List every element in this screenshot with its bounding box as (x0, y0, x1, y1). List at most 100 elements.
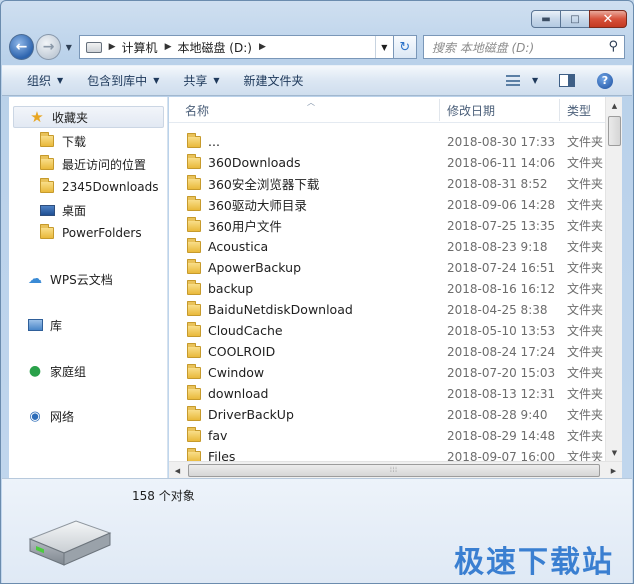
sidebar-item-wps-cloud[interactable]: ☁ WPS云文档 (27, 268, 113, 290)
table-row[interactable]: download 2018-08-13 12:31 文件夹 (169, 383, 605, 404)
preview-pane-icon[interactable] (559, 74, 575, 87)
horizontal-scrollbar[interactable]: ◀ ⦙⦙⦙ ▶ (169, 461, 622, 478)
include-in-library-menu[interactable]: 包含到库中 ▼ (87, 72, 159, 89)
file-type: 文件夹 (567, 198, 604, 212)
table-row[interactable]: BaiduNetdiskDownload 2018-04-25 8:38 文件夹 (169, 299, 605, 320)
organize-menu[interactable]: 组织 ▼ (27, 72, 63, 89)
vertical-scroll-thumb[interactable] (608, 116, 621, 146)
file-type: 文件夹 (567, 408, 604, 422)
file-name: 360驱动大师目录 (208, 198, 307, 213)
address-bar[interactable]: ▶ 计算机 ▶ 本地磁盘 (D:) ▶ ▼ (78, 35, 394, 59)
computer-icon (85, 41, 102, 53)
folder-icon (39, 224, 55, 240)
horizontal-scroll-thumb[interactable]: ⦙⦙⦙ (188, 464, 600, 477)
chevron-down-icon: ▼ (57, 76, 64, 85)
table-row[interactable]: Acoustica 2018-08-23 9:18 文件夹 (169, 236, 605, 257)
star-icon: ★ (30, 108, 44, 126)
include-in-library-label: 包含到库中 (87, 74, 148, 88)
table-row[interactable]: 360驱动大师目录 2018-09-06 14:28 文件夹 (169, 194, 605, 215)
table-row[interactable]: ... 2018-08-30 17:33 文件夹 (169, 131, 605, 152)
file-name: COOLROID (208, 344, 276, 359)
folder-icon (187, 321, 201, 337)
file-type: 文件夹 (567, 156, 604, 170)
file-date: 2018-07-24 16:51 (447, 260, 556, 275)
watermark: 极速下载站 (454, 545, 614, 580)
sidebar-item-network[interactable]: ◉ 网络 (27, 405, 74, 427)
refresh-button[interactable]: ↻ (393, 35, 417, 59)
cloud-icon: ☁ (28, 271, 42, 287)
maximize-button[interactable]: □ (560, 10, 590, 28)
sidebar-item-label: 最近访问的位置 (62, 157, 147, 172)
file-date: 2018-09-06 14:28 (447, 197, 556, 212)
file-date: 2018-08-30 17:33 (447, 134, 556, 149)
scroll-down-button[interactable]: ▼ (606, 444, 623, 461)
recent-places-icon (39, 155, 55, 171)
new-folder-button[interactable]: 新建文件夹 (244, 72, 304, 89)
sidebar-item-label: 桌面 (62, 203, 87, 218)
share-menu[interactable]: 共享 ▼ (183, 72, 219, 89)
sidebar-item-libraries[interactable]: 库 (27, 314, 62, 336)
minimize-button[interactable]: ▬ (531, 10, 561, 28)
file-date: 2018-07-20 15:03 (447, 365, 556, 380)
file-name: ApowerBackup (208, 260, 302, 275)
help-icon[interactable]: ? (597, 72, 613, 89)
chevron-down-icon[interactable]: ▼ (532, 76, 538, 85)
hard-drive-icon (28, 520, 112, 566)
table-row[interactable]: 360Downloads 2018-06-11 14:06 文件夹 (169, 152, 605, 173)
sidebar-item-label: 收藏夹 (52, 110, 89, 125)
table-row[interactable]: 360用户文件 2018-07-25 13:35 文件夹 (169, 215, 605, 236)
back-button[interactable]: ← (9, 34, 35, 60)
sidebar-item-homegroup[interactable]: ● 家庭组 (27, 360, 86, 382)
sidebar-item-2345downloads[interactable]: 2345Downloads (39, 176, 158, 198)
file-name: 360用户文件 (208, 219, 282, 234)
folder-icon (39, 178, 55, 194)
file-type: 文件夹 (567, 261, 604, 275)
table-row[interactable]: CloudCache 2018-05-10 13:53 文件夹 (169, 320, 605, 341)
search-input[interactable]: 搜索 本地磁盘 (D:) ⚲ (422, 35, 625, 59)
close-button[interactable]: ✕ (589, 10, 627, 28)
sidebar-item-powerfolders[interactable]: PowerFolders (39, 222, 142, 244)
scroll-right-button[interactable]: ▶ (605, 462, 622, 479)
column-header-modified[interactable]: 修改日期 (439, 97, 559, 123)
file-name: ... (208, 134, 220, 149)
scroll-left-button[interactable]: ◀ (169, 462, 186, 479)
folder-icon (187, 174, 201, 190)
recent-pages-dropdown[interactable]: ▼ (63, 43, 75, 52)
forward-button[interactable]: → (36, 34, 62, 60)
breadcrumb-computer[interactable]: 计算机 (122, 39, 158, 56)
file-date: 2018-08-24 17:24 (447, 344, 556, 359)
explorer-window: ▬ □ ✕ ← → ▼ ▶ 计算机 ▶ 本地磁盘 (D:) ▶ ▼ ↻ 搜索 本… (0, 0, 634, 584)
folder-icon (187, 405, 201, 421)
table-row[interactable]: 360安全浏览器下载 2018-08-31 8:52 文件夹 (169, 173, 605, 194)
table-row[interactable]: fav 2018-08-29 14:48 文件夹 (169, 425, 605, 446)
table-row[interactable]: backup 2018-08-16 16:12 文件夹 (169, 278, 605, 299)
breadcrumb-arrow[interactable]: ▶ (109, 42, 116, 52)
table-row[interactable]: DriverBackUp 2018-08-28 9:40 文件夹 (169, 404, 605, 425)
caption-buttons: ▬ □ ✕ (531, 10, 627, 28)
change-view-button[interactable]: ▼ (506, 75, 538, 86)
folder-icon (187, 384, 201, 400)
table-row[interactable]: ApowerBackup 2018-07-24 16:51 文件夹 (169, 257, 605, 278)
file-type: 文件夹 (567, 282, 604, 296)
search-icon[interactable]: ⚲ (608, 39, 618, 54)
breadcrumb-local-disk[interactable]: 本地磁盘 (D:) (177, 39, 251, 56)
breadcrumb-arrow[interactable]: ▶ (165, 42, 172, 52)
sidebar-item-desktop[interactable]: 桌面 (39, 199, 86, 221)
column-header-type[interactable]: 类型 (559, 97, 605, 123)
file-date: 2018-07-25 13:35 (447, 218, 556, 233)
column-header-name[interactable]: 名称 (177, 97, 439, 123)
file-name: download (208, 386, 269, 401)
file-type: 文件夹 (567, 303, 604, 317)
sidebar-item-downloads[interactable]: 下载 (39, 130, 86, 152)
sidebar-item-recent-places[interactable]: 最近访问的位置 (39, 153, 146, 175)
sidebar-item-favorites[interactable]: ★ 收藏夹 (13, 106, 164, 128)
table-row[interactable]: Cwindow 2018-07-20 15:03 文件夹 (169, 362, 605, 383)
table-row[interactable]: COOLROID 2018-08-24 17:24 文件夹 (169, 341, 605, 362)
vertical-scrollbar[interactable]: ▲ ▼ (605, 97, 622, 461)
address-dropdown[interactable]: ▼ (374, 36, 393, 58)
folder-icon (187, 426, 201, 442)
scroll-up-button[interactable]: ▲ (606, 97, 623, 114)
sidebar-item-label: PowerFolders (62, 226, 142, 240)
folder-icon (187, 342, 201, 358)
breadcrumb-arrow[interactable]: ▶ (259, 42, 266, 52)
